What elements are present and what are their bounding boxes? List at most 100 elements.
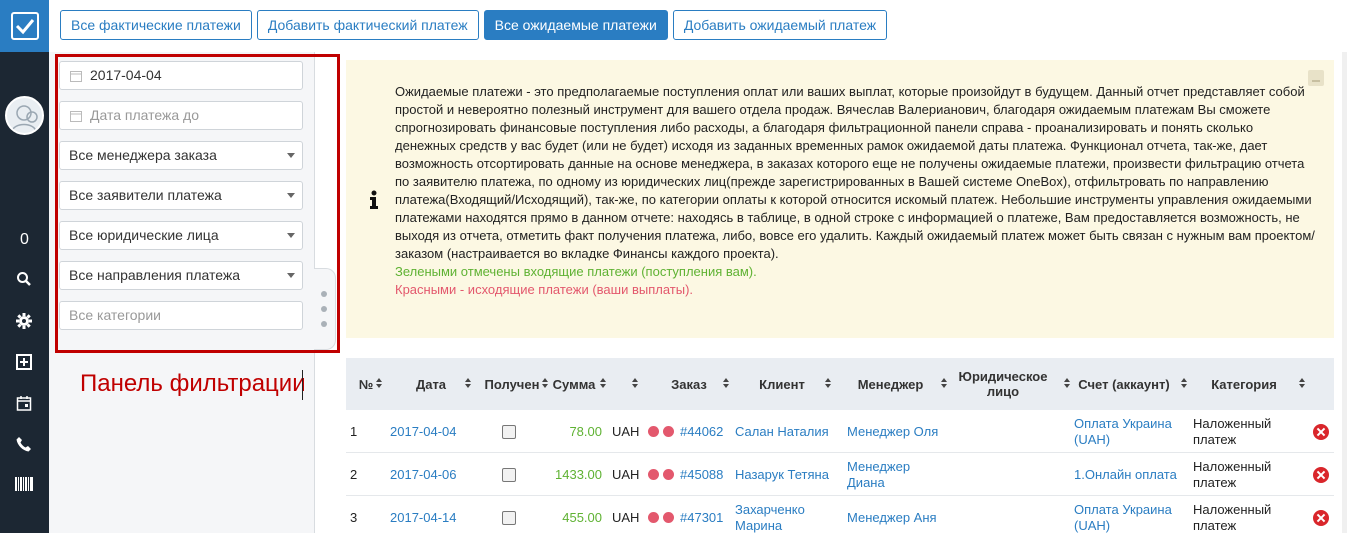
cell-date[interactable]: 2017-04-04 [390,410,457,453]
table-row: 1 2017-04-04 78.00 UAH #44062 Салан Ната… [346,410,1334,453]
cell-num: 3 [350,509,358,525]
cell-order[interactable]: #47301 [680,496,723,533]
info-main-text: Ожидаемые платежи - это предполагаемые п… [395,84,1315,261]
header-manager-label: Менеджер [857,376,924,392]
header-legal-label: Юридическое лицо [958,369,1048,399]
cell-sum: 455.00 [562,509,602,525]
barcode-icon[interactable] [12,472,36,496]
status-dot-icon [648,426,659,437]
status-dot-icon [663,469,674,480]
phone-icon[interactable] [12,432,36,456]
add-box-icon[interactable] [12,350,36,374]
cell-account[interactable]: 1.Онлайн оплата [1074,453,1186,496]
cell-category: Наложенный платеж [1193,415,1272,447]
header-received[interactable]: Получен [476,358,548,410]
tab-add-expected-payment[interactable]: Добавить ожидаемый платеж [672,10,888,40]
table-row: 2 2017-04-06 1433.00 UAH #45088 Назарук … [346,453,1334,496]
cell-manager[interactable]: Менеджер Диана [847,453,927,496]
header-account[interactable]: Счет (аккаунт) [1074,358,1187,410]
header-client[interactable]: Клиент [732,358,832,410]
cell-client[interactable]: Салан Наталия [735,410,835,453]
header-legal[interactable]: Юридическое лицо [952,358,1070,410]
order-status-dots [648,453,678,496]
header-date-label: Дата [415,376,447,392]
status-dot-icon [663,426,674,437]
notification-counter[interactable]: 0 [11,228,38,252]
header-num-label: № [358,376,374,392]
delete-icon [1313,423,1329,440]
annotation-label: Панель фильтрации [80,370,306,397]
cell-account[interactable]: Оплата Украина (UAH) [1074,496,1186,533]
checkbox-icon [502,467,516,482]
payments-table: № Дата Получен Сумма Заказ Клиент Менедж… [346,358,1334,533]
cell-manager[interactable]: Менеджер Оля [847,410,947,453]
delete-icon [1313,466,1329,483]
main-sidebar: 0 [0,0,49,533]
tab-add-actual-payment[interactable]: Добавить фактический платеж [256,10,479,40]
cell-manager[interactable]: Менеджер Аня [847,496,947,533]
cell-date[interactable]: 2017-04-06 [390,453,457,496]
header-date[interactable]: Дата [386,358,476,410]
tab-all-actual-payments[interactable]: Все фактические платежи [60,10,252,40]
received-checkbox[interactable] [502,453,516,496]
checkbox-icon [502,510,516,525]
calendar-icon[interactable] [12,391,36,415]
header-received-label: Получен [484,376,540,392]
search-icon[interactable] [12,267,36,291]
cell-category: Наложенный платеж [1193,501,1272,533]
info-text: Ожидаемые платежи - это предполагаемые п… [395,83,1315,299]
received-checkbox[interactable] [502,410,516,453]
cell-client[interactable]: Захарченко Марина [735,496,815,533]
minimize-icon[interactable] [1308,70,1324,86]
cell-account[interactable]: Оплата Украина (UAH) [1074,410,1186,453]
header-category[interactable]: Категория [1189,358,1305,410]
cell-client[interactable]: Назарук Тетяна [735,453,835,496]
header-sum-label: Сумма [552,376,596,392]
cell-currency: UAH [612,466,640,482]
cell-num: 2 [350,466,358,482]
table-header: № Дата Получен Сумма Заказ Клиент Менедж… [346,358,1334,410]
status-dot-icon [648,469,659,480]
app-logo[interactable] [0,0,49,52]
order-status-dots [648,496,678,533]
info-box: Ожидаемые платежи - это предполагаемые п… [346,60,1334,338]
header-account-label: Счет (аккаунт) [1078,376,1170,392]
header-manager[interactable]: Менеджер [843,358,947,410]
cell-order[interactable]: #44062 [680,410,723,453]
order-status-dots [648,410,678,453]
status-dot-icon [648,512,659,523]
cell-sum: 78.00 [569,423,602,439]
status-dot-icon [663,512,674,523]
cell-num: 1 [350,423,358,439]
header-order[interactable]: Заказ [646,358,732,410]
cell-currency: UAH [612,423,640,439]
header-category-label: Категория [1211,376,1277,392]
cell-sum: 1433.00 [555,466,602,482]
avatar[interactable] [5,96,44,135]
tab-all-expected-payments[interactable]: Все ожидаемые платежи [483,10,668,40]
scrollbar[interactable] [1342,52,1347,533]
info-green-note: Зелеными отмечены входящие платежи (пост… [395,264,757,279]
tab-bar: Все фактические платежи Добавить фактиче… [60,10,888,40]
checkbox-icon [502,424,516,439]
text-cursor [302,370,303,400]
delete-icon [1313,509,1329,526]
header-num[interactable]: № [346,358,386,410]
header-currency[interactable] [608,358,646,410]
header-sum[interactable]: Сумма [548,358,606,410]
delete-button[interactable] [1313,410,1329,453]
cell-currency: UAH [612,509,640,525]
table-row: 3 2017-04-14 455.00 UAH #47301 Захарченк… [346,496,1334,533]
annotation-frame [55,54,340,353]
received-checkbox[interactable] [502,496,516,533]
cell-date[interactable]: 2017-04-14 [390,496,457,533]
header-client-label: Клиент [759,376,805,392]
cell-category: Наложенный платеж [1193,458,1272,490]
info-icon [370,190,378,209]
cell-order[interactable]: #45088 [680,453,723,496]
gear-icon[interactable] [12,309,36,333]
delete-button[interactable] [1313,496,1329,533]
header-order-label: Заказ [671,376,707,392]
info-red-note: Красными - исходящие платежи (ваши выпла… [395,282,694,297]
delete-button[interactable] [1313,453,1329,496]
